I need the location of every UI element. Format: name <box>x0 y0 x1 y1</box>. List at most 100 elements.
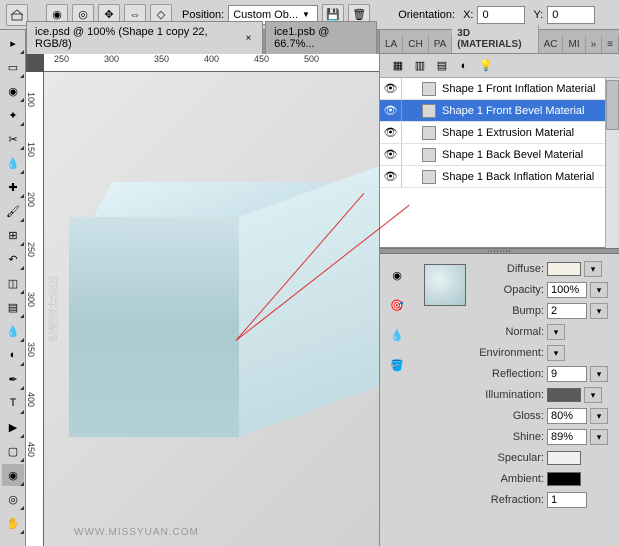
visibility-eye-icon[interactable]: 👁 <box>380 122 402 143</box>
visibility-eye-icon[interactable]: 👁 <box>380 78 402 99</box>
pen-tool[interactable]: ✒ <box>2 368 24 390</box>
home-icon[interactable] <box>6 4 28 26</box>
refraction-label: Refraction: <box>470 494 544 506</box>
opacity-input[interactable] <box>547 282 587 298</box>
3d-camera-tool[interactable]: ◎ <box>2 488 24 510</box>
texture-menu-icon[interactable]: ▾ <box>547 345 565 361</box>
filter-light-icon[interactable]: ◐ <box>456 58 472 74</box>
marquee-tool[interactable]: ▭ <box>2 56 24 78</box>
ambient-swatch[interactable] <box>547 472 581 486</box>
visibility-eye-icon[interactable]: 👁 <box>380 100 402 121</box>
reflection-input[interactable] <box>547 366 587 382</box>
ambient-label: Ambient: <box>470 473 544 485</box>
panel-tabs: LA CH PA 3D (MATERIALS) AC MI » ≡ <box>380 30 619 54</box>
filter-material-icon[interactable]: ▤ <box>434 58 450 74</box>
refraction-input[interactable] <box>547 492 587 508</box>
shape-tool[interactable]: ▢ <box>2 440 24 462</box>
diffuse-label: Diffuse: <box>470 263 544 275</box>
illumination-swatch[interactable] <box>547 388 581 402</box>
material-swatch-icon <box>422 82 436 96</box>
panel-tab-3d[interactable]: 3D (MATERIALS) <box>452 25 538 53</box>
material-row[interactable]: 👁 Shape 1 Front Bevel Material <box>380 100 605 122</box>
eyedropper-tool[interactable]: 💧 <box>2 152 24 174</box>
panel-menu-icon[interactable]: ≡ <box>602 36 619 53</box>
texture-menu-icon[interactable]: ▾ <box>584 387 602 403</box>
canvas[interactable]: 思维设计论坛 WWW.MISSYUAN.COM <box>44 72 379 546</box>
crop-tool[interactable]: ✂ <box>2 128 24 150</box>
texture-menu-icon[interactable]: ▾ <box>590 408 608 424</box>
close-icon[interactable]: × <box>243 32 254 44</box>
move-tool[interactable]: ▸ <box>2 32 24 54</box>
texture-menu-icon[interactable]: ▾ <box>590 303 608 319</box>
ruler-horizontal: 250 300 350 400 450 500 <box>44 54 379 72</box>
shine-label: Shine: <box>470 431 544 443</box>
material-row[interactable]: 👁 Shape 1 Extrusion Material <box>380 122 605 144</box>
panel-tab-channels[interactable]: CH <box>403 36 428 53</box>
scroll-thumb[interactable] <box>606 80 619 130</box>
filter-bulb-icon[interactable]: 💡 <box>478 58 494 74</box>
type-tool[interactable]: T <box>2 392 24 414</box>
lasso-tool[interactable]: ◉ <box>2 80 24 102</box>
scrollbar[interactable] <box>605 78 619 248</box>
material-preview[interactable] <box>424 264 466 306</box>
document-tab-0[interactable]: ice.psd @ 100% (Shape 1 copy 22, RGB/8) … <box>26 21 263 54</box>
wand-tool[interactable]: ✦ <box>2 104 24 126</box>
document-tab-1[interactable]: ice1.psb @ 66.7%... <box>265 21 377 54</box>
visibility-eye-icon[interactable]: 👁 <box>380 144 402 165</box>
picker-tool-icon[interactable]: 🎯 <box>384 294 410 316</box>
gradient-tool[interactable]: ▤ <box>2 296 24 318</box>
visibility-eye-icon[interactable]: 👁 <box>380 166 402 187</box>
opacity-label: Opacity: <box>470 284 544 296</box>
document-area: ice.psd @ 100% (Shape 1 copy 22, RGB/8) … <box>26 30 379 546</box>
filter-mesh-icon[interactable]: ▥ <box>412 58 428 74</box>
material-properties: ◉ 🎯 💧 🪣 Diffuse: ▾ Opacity: ▾ <box>380 254 619 546</box>
texture-menu-icon[interactable]: ▾ <box>590 429 608 445</box>
panel-tab-paths[interactable]: PA <box>429 36 453 53</box>
brush-tool[interactable]: 🖌 <box>2 200 24 222</box>
document-tabs: ice.psd @ 100% (Shape 1 copy 22, RGB/8) … <box>26 30 379 54</box>
dodge-tool[interactable]: ◐ <box>2 344 24 366</box>
normal-label: Normal: <box>470 326 544 338</box>
bucket-tool-icon[interactable]: 🪣 <box>384 354 410 376</box>
material-row[interactable]: 👁 Shape 1 Back Bevel Material <box>380 144 605 166</box>
3d-rotate-tool[interactable]: ◉ <box>2 464 24 486</box>
path-select-tool[interactable]: ▶ <box>2 416 24 438</box>
texture-menu-icon[interactable]: ▾ <box>584 261 602 277</box>
panel-tab-actions[interactable]: AC <box>539 36 564 53</box>
filter-scene-icon[interactable]: ▦ <box>390 58 406 74</box>
illumination-label: Illumination: <box>470 389 544 401</box>
position-label: Position: <box>182 9 224 21</box>
drop-tool-icon[interactable]: 💧 <box>384 324 410 346</box>
orientation-label: Orientation: <box>398 9 455 21</box>
texture-menu-icon[interactable]: ▾ <box>590 366 608 382</box>
material-swatch-icon <box>422 126 436 140</box>
blur-tool[interactable]: 💧 <box>2 320 24 342</box>
eraser-tool[interactable]: ◫ <box>2 272 24 294</box>
watermark: WWW.MISSYUAN.COM <box>74 527 199 538</box>
texture-menu-icon[interactable]: ▾ <box>547 324 565 340</box>
x-label: X: <box>463 9 473 21</box>
panel-tab-mini[interactable]: MI <box>563 36 585 53</box>
materials-list: 👁 Shape 1 Front Inflation Material 👁 Sha… <box>380 78 605 248</box>
shine-input[interactable] <box>547 429 587 445</box>
panel-expand-icon[interactable]: » <box>586 36 603 53</box>
3d-filter-row: ▦ ▥ ▤ ◐ 💡 <box>380 54 619 78</box>
sphere-view-icon[interactable]: ◉ <box>384 264 410 286</box>
texture-menu-icon[interactable]: ▾ <box>590 282 608 298</box>
orientation-x-input[interactable] <box>477 6 525 24</box>
hand-tool[interactable]: ✋ <box>2 512 24 534</box>
specular-swatch[interactable] <box>547 451 581 465</box>
material-row[interactable]: 👁 Shape 1 Front Inflation Material <box>380 78 605 100</box>
stamp-tool[interactable]: ⊞ <box>2 224 24 246</box>
material-row[interactable]: 👁 Shape 1 Back Inflation Material <box>380 166 605 188</box>
ice-cube-object[interactable] <box>84 167 354 437</box>
diffuse-swatch[interactable] <box>547 262 581 276</box>
bump-input[interactable] <box>547 303 587 319</box>
orientation-y-input[interactable] <box>547 6 595 24</box>
history-brush-tool[interactable]: ↶ <box>2 248 24 270</box>
tools-panel: ▸ ▭ ◉ ✦ ✂ 💧 ✚ 🖌 ⊞ ↶ ◫ ▤ 💧 ◐ ✒ T ▶ ▢ ◉ ◎ … <box>0 30 26 546</box>
healing-tool[interactable]: ✚ <box>2 176 24 198</box>
gloss-input[interactable] <box>547 408 587 424</box>
side-watermark: 思维设计论坛 <box>46 276 62 342</box>
panel-tab-layers[interactable]: LA <box>380 36 403 53</box>
